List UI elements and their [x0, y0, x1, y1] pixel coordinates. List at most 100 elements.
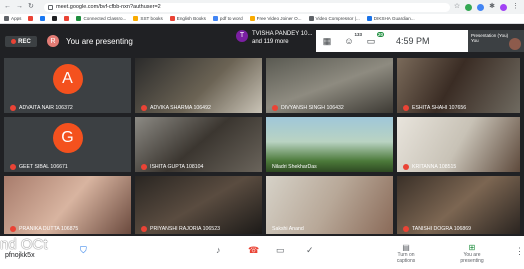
participant-tile[interactable]: TANISHI DOGRA 106869	[397, 176, 520, 234]
layout-icon[interactable]: ▦	[316, 36, 338, 47]
participant-grid: A ADVAITA NAIR 106372 ADVIKA SHARMA 1064…	[0, 58, 524, 236]
globe-icon	[169, 16, 175, 21]
github-icon	[52, 16, 58, 21]
more-options-icon[interactable]: ✓	[306, 245, 314, 256]
bookmark-facebook[interactable]	[40, 16, 46, 21]
overlay-caption-text: nd OCt	[0, 236, 48, 253]
bookmark-english[interactable]: English Books	[169, 16, 206, 21]
back-icon[interactable]: ←	[4, 3, 11, 11]
gmail-icon	[64, 16, 70, 21]
puzzle-icon[interactable]: ✱	[489, 3, 495, 11]
captions-icon: ▤	[402, 243, 410, 252]
kebab-menu-icon[interactable]: ⋮	[515, 246, 524, 257]
meeting-code[interactable]: pfnojkk5x	[5, 252, 35, 259]
bookmark-diksha[interactable]: DIKSHA Guardian...	[366, 16, 415, 21]
bookmark-gmail[interactable]	[64, 16, 70, 21]
participant-tile[interactable]: Sakshi Anand	[266, 176, 393, 234]
participant-name: KRITANNA 108515	[412, 164, 457, 170]
meeting-info-panel: ▦ ☺ 133 ▭ 20 4:59 PM Presentation (You) Yo…	[316, 30, 524, 52]
present-icon: ⊞	[468, 243, 476, 252]
participant-tile[interactable]: KRITANNA 108515	[397, 117, 520, 172]
speaker-avatar: T	[236, 30, 248, 42]
participant-tile[interactable]: PRIYANSHI RAJORIA 106523	[135, 176, 262, 234]
folder-icon	[133, 16, 139, 21]
captions-label: Turn on captions	[396, 252, 416, 264]
participant-tile[interactable]: ISHITA GUPTA 108104	[135, 117, 262, 172]
speaker-name: TVISHA PANDEY 10...	[252, 31, 313, 37]
bookmark-joiner[interactable]: Free Video Joiner O...	[249, 16, 302, 21]
participant-avatar: A	[52, 63, 83, 94]
meet-header: REC R You are presenting T TVISHA PANDEY…	[0, 24, 524, 58]
participant-tile[interactable]: PRANIKA DUTTA 106875	[4, 176, 131, 234]
url-text: meet.google.com/bvf-cfbb-nxn?authuser=2	[56, 4, 161, 10]
mic-off-icon	[141, 226, 147, 232]
bookmark-github[interactable]	[52, 16, 58, 21]
bookmark-apps[interactable]: Apps	[4, 16, 21, 21]
mic-off-icon	[403, 164, 409, 170]
bookmark-sst[interactable]: SST books	[133, 16, 163, 21]
mic-off-icon	[272, 105, 278, 111]
participant-tile[interactable]: A ADVAITA NAIR 106372	[4, 58, 131, 113]
presenting-label: You are presenting	[66, 37, 133, 46]
people-button[interactable]: ☺ 133	[338, 32, 362, 46]
mic-off-icon	[141, 164, 147, 170]
participant-name: PRIYANSHI RAJORIA 106523	[150, 226, 220, 232]
doc-icon	[212, 16, 218, 21]
participant-tile[interactable]: DIVYANSH SINGH 106432	[266, 58, 393, 113]
participant-name: ADVAITA NAIR 106372	[19, 105, 73, 111]
mic-off-icon	[10, 226, 16, 232]
participant-name: TANISHI DOGRA 106869	[412, 226, 472, 232]
participant-tile[interactable]: ESHITA SHAHI 107656	[397, 58, 520, 113]
participant-name: ISHITA GUPTA 108104	[150, 164, 204, 170]
lock-icon	[48, 4, 53, 10]
address-bar[interactable]: meet.google.com/bvf-cfbb-nxn?authuser=2	[44, 2, 450, 12]
forward-icon[interactable]: →	[16, 3, 23, 11]
bookmark-youtube[interactable]	[28, 16, 34, 21]
captions-button[interactable]: ▤ Turn on captions	[389, 243, 423, 264]
self-preview[interactable]: Presentation (You) You	[468, 30, 524, 52]
participant-avatar: G	[52, 122, 83, 153]
video-icon	[249, 16, 255, 21]
extension-icon[interactable]	[465, 3, 473, 11]
mic-icon[interactable]: ♪	[216, 245, 221, 255]
classroom-icon	[76, 16, 82, 21]
active-speaker: T TVISHA PANDEY 10... and 119 more	[236, 30, 312, 46]
mic-off-icon	[403, 226, 409, 232]
participant-name: ESHITA SHAHI 107656	[412, 105, 467, 111]
diksha-icon	[366, 16, 372, 21]
participant-name: PRANIKA DUTTA 106875	[19, 226, 79, 232]
bookmark-pdf[interactable]: pdf to word	[212, 16, 243, 21]
chat-button[interactable]: ▭ 20	[360, 31, 384, 47]
chat-count: 20	[376, 31, 384, 37]
presenter-avatar: R	[47, 35, 59, 47]
mic-off-icon	[10, 105, 16, 111]
menu-icon[interactable]: ⋮	[512, 3, 519, 11]
shield-icon[interactable]: ⛉	[80, 245, 87, 256]
mic-off-icon	[10, 164, 16, 170]
profile-icon[interactable]	[500, 3, 507, 11]
extension-icon[interactable]	[477, 3, 485, 11]
reload-icon[interactable]: ↻	[28, 3, 34, 11]
present-label: You are presenting	[460, 252, 484, 264]
participant-tile[interactable]: Niladri ShekharDas	[266, 117, 393, 172]
hangup-icon[interactable]: ☎	[248, 245, 259, 256]
self-avatar	[509, 38, 521, 50]
facebook-icon	[40, 16, 46, 21]
people-icon: ☺	[344, 36, 354, 46]
bookmark-compressor[interactable]: Video Compressor |...	[308, 16, 360, 21]
participant-name: ADVIKA SHARMA 106492	[150, 105, 211, 111]
recording-badge: REC	[5, 36, 37, 47]
star-icon[interactable]: ☆	[454, 3, 460, 11]
participant-tile[interactable]: G GEET SIBAL 106671	[4, 117, 131, 172]
browser-toolbar: ← → ↻ meet.google.com/bvf-cfbb-nxn?authu…	[0, 0, 524, 14]
participant-name: DIVYANSH SINGH 106432	[281, 105, 344, 111]
mic-off-icon	[403, 105, 409, 111]
apps-icon	[4, 16, 9, 21]
camera-icon[interactable]: ▭	[276, 245, 285, 256]
bookmark-classroom[interactable]: Connected Classro...	[76, 16, 126, 21]
meet-controls-bar: nd OCt pfnojkk5x ⛉ ♪ ☎ ▭ ✓ ▤ Turn on cap…	[0, 236, 524, 269]
participant-tile[interactable]: ADVIKA SHARMA 106492	[135, 58, 262, 113]
speaker-more: and 119 more	[252, 39, 289, 45]
present-button[interactable]: ⊞ You are presenting	[452, 243, 492, 264]
mic-off-icon	[141, 105, 147, 111]
